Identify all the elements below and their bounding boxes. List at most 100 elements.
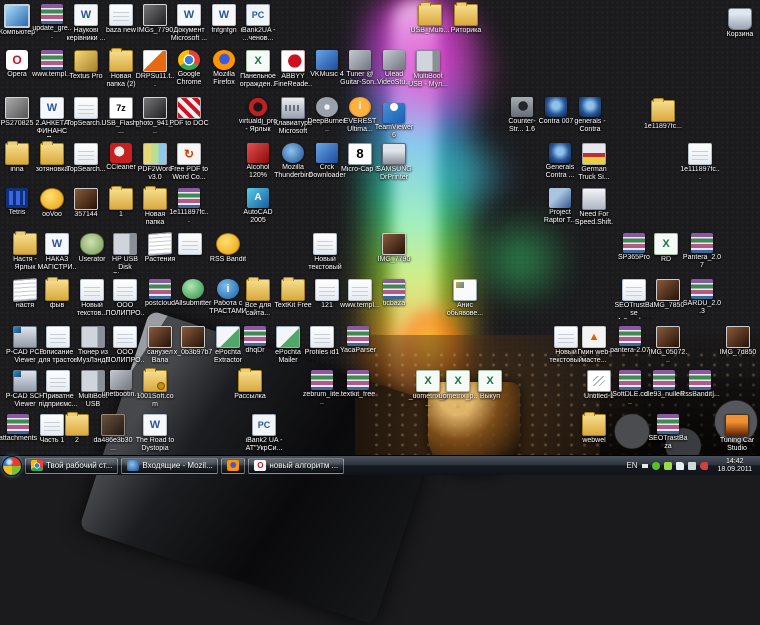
desktop-icon[interactable]: SEOTrastBaza (648, 414, 688, 451)
desktop-icon[interactable]: Рассылка (230, 370, 270, 401)
taskbar-app-button[interactable] (221, 458, 245, 474)
taskbar-app-button[interactable]: Твой рабочий ст... (25, 458, 118, 474)
desktop-icon[interactable]: Все для сайта... (238, 279, 278, 318)
desktop-icon[interactable]: Pantera_2.07 (682, 233, 722, 270)
desktop-icon[interactable]: Приватне підприємс... (38, 370, 78, 409)
desktop-icon[interactable]: da486e3b30... (93, 414, 133, 453)
desktop-icon[interactable]: TopSearch... (66, 143, 106, 174)
desktop-icon-label: Наукові керівники ... (66, 27, 106, 43)
desktop-icon[interactable]: IMG_05072... (648, 326, 688, 365)
desktop-icon[interactable]: pantera-2.07 (610, 326, 650, 355)
desktop-icon[interactable]: IMG_7790 (374, 233, 414, 264)
desktop-icon[interactable]: Tuning Car Studio (717, 414, 757, 453)
tray-clock[interactable]: 14:42 18.09.2011 (713, 458, 756, 474)
desktop-icon[interactable]: RD (646, 233, 686, 264)
antivirus-icon[interactable] (664, 462, 672, 470)
desktop-icon[interactable]: RSS Bandit (208, 233, 248, 264)
rar-icon (7, 414, 29, 434)
xls-icon (246, 50, 270, 72)
desktop-icon[interactable]: 2 (57, 414, 97, 445)
desktop-icon[interactable]: YacaParser (338, 326, 378, 355)
action-center-flag-icon[interactable] (676, 462, 684, 470)
desktop-icon[interactable]: Need For Speed.Shift... (574, 188, 614, 228)
tray-language[interactable]: EN (626, 461, 637, 470)
desktop-icon[interactable]: iBank2 UA - АТ"УкрСи... (244, 414, 284, 453)
desktop-icon[interactable]: zebrum_lite... (302, 370, 342, 407)
desktop-icon[interactable]: generals - Contra (570, 97, 610, 134)
desktop-icon-label: webwel (574, 437, 614, 445)
network-icon[interactable] (688, 462, 696, 470)
desktop-icon[interactable]: 357144 (66, 188, 106, 219)
desktop-icon[interactable]: webwel (574, 414, 614, 445)
desktop-icon[interactable]: 1e111897fc... (169, 188, 209, 225)
desktop-icon[interactable]: textkit_free (338, 370, 378, 399)
desktop-icon[interactable]: iBank2UA - ...ченов... (238, 4, 278, 43)
desktop-icon[interactable]: ООО ПОЛИПРО... (105, 279, 145, 319)
desktop-icon[interactable]: SAMSUNG DrPrinter (374, 143, 414, 182)
desktop-icon-label: da486e3b30... (93, 437, 133, 453)
desktop-icon[interactable] (170, 233, 210, 256)
desktop-icon[interactable]: PDF to DOC (169, 97, 209, 128)
messenger-icon[interactable] (652, 462, 660, 470)
rar-icon (178, 188, 200, 208)
desktop-icon[interactable]: Новый текстовый ... (305, 233, 345, 273)
desktop-icon[interactable]: IMG_7d850 (718, 326, 758, 357)
desktop-icon[interactable]: Textus Pro (66, 50, 106, 81)
desktop-icon[interactable]: НАКАЗ МАГІСТРИ... (37, 233, 77, 273)
desktop-icon-label: Pantera_2.07 (682, 254, 722, 270)
xls-icon (478, 370, 502, 392)
desktop-icon[interactable]: Корзина (720, 8, 760, 39)
desktop-icon[interactable]: Google Chrome (169, 50, 209, 87)
desktop-icon[interactable]: SARDU_2.0.3 (682, 279, 722, 316)
desktop-icon[interactable]: MultiBoot USB - Мул... (408, 50, 448, 89)
desktop-icon-label: Tuning Car Studio (717, 437, 757, 453)
desktop-icon[interactable]: Наукові керівники ... (66, 4, 106, 43)
desktop-icons-layer: Компьютерupdate_gre...Наукові керівники … (0, 0, 760, 455)
desktop-icon[interactable]: The Road to Dystopia (135, 414, 175, 453)
desktop-icon[interactable]: 1e11897fc... (643, 100, 683, 131)
hidden-icons-icon[interactable] (642, 464, 648, 468)
desktop-icon[interactable]: Анис обьявове... (445, 279, 485, 318)
desktop-icon[interactable]: HP USB Disk Storage Fo... (105, 233, 145, 273)
word-icon (143, 414, 167, 436)
desktop-icon[interactable]: RssBandit]... (680, 370, 720, 399)
desktop-icon[interactable]: 1001Soft.com (135, 370, 175, 409)
desktop-icon[interactable]: описание для трастов (38, 326, 78, 365)
desktop-icon[interactable]: Allsubmitter (173, 279, 213, 308)
desktop-icon-label: MultiBoot USB - Мул... (408, 73, 448, 89)
desktop-icon[interactable]: TopSearch... (66, 97, 106, 128)
desktop-icon-label: TopSearch... (66, 166, 106, 174)
desktop-icon[interactable]: ООО ПОЛИПРО... (105, 326, 145, 366)
desktop-icon[interactable]: Панельное огражден... (238, 50, 278, 89)
brain-icon (80, 233, 104, 255)
desktop-icon[interactable]: 1e111897fc... (680, 143, 720, 182)
desktop-icon[interactable]: Profiles id1 (302, 326, 342, 357)
imgc-icon (148, 326, 172, 348)
desktop-icon[interactable]: Alcohol 120% (238, 143, 278, 180)
desktop-icon-label: описание для трастов (38, 349, 78, 365)
desktop-icon[interactable]: Риторика (446, 4, 486, 35)
folder-icon (13, 233, 37, 255)
desktop-icon[interactable]: German Truck Si... (574, 143, 614, 182)
desktop-icon-label: IMG_05072... (648, 349, 688, 365)
tray-time: 14:42 (717, 458, 752, 466)
desktop-icon[interactable]: TeamViewer 6 (374, 97, 414, 140)
desktop-icon[interactable]: x_0b3b97b7 (173, 326, 213, 357)
desktop-icon[interactable]: Free PDF to Word Co... (169, 143, 209, 182)
taskbar-app-button[interactable]: новый алгоритм ... (248, 458, 344, 474)
desktop-icon[interactable]: Гмин web-масте... (574, 326, 614, 365)
desktop-icon[interactable]: virtualdj_pro - Ярлык (238, 97, 278, 134)
desktop-icon[interactable]: ticbaza (374, 279, 414, 308)
pdf-icon (177, 97, 201, 119)
desktop-icon[interactable]: USB_Multi... (410, 4, 450, 35)
desktop-icon[interactable]: фыв (37, 279, 77, 310)
desktop-icon[interactable]: AutoCAD 2005 (238, 188, 278, 225)
start-button[interactable] (2, 456, 22, 476)
taskbar-app-button[interactable]: Входящие - Mozil... (121, 458, 218, 474)
volume-muted-icon[interactable] (700, 462, 708, 470)
desktop-icon[interactable]: dle93_nulled (644, 370, 684, 399)
desktop-icon-label: Риторика (446, 27, 486, 35)
desktop-icon-label: pantera-2.07 (610, 347, 650, 355)
desktop-icon[interactable]: Документ Microsoft ... (169, 4, 209, 43)
desktop-icon[interactable]: Выкуп (470, 370, 510, 401)
